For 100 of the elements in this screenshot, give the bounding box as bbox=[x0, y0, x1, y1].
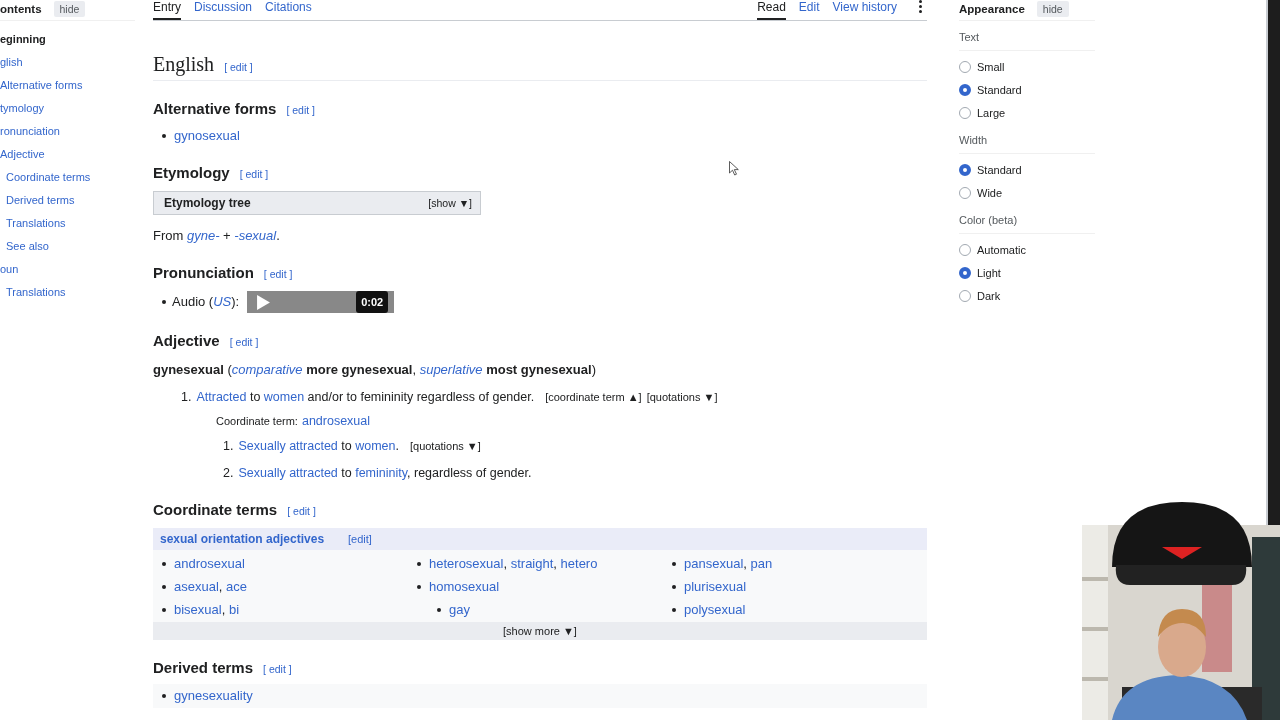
tab[interactable]: Entry bbox=[153, 0, 181, 20]
link[interactable]: homosexual bbox=[429, 579, 500, 594]
bullet-icon bbox=[437, 608, 441, 612]
section-heading: Derived terms bbox=[153, 659, 254, 676]
radio-button[interactable] bbox=[959, 83, 971, 96]
bullet-icon bbox=[417, 585, 421, 589]
link[interactable]: women bbox=[263, 390, 305, 404]
toggle-link[interactable]: [quotations ▼] bbox=[646, 388, 718, 406]
tab[interactable]: Discussion bbox=[194, 0, 253, 20]
toc-link[interactable]: Coordinate terms bbox=[6, 170, 91, 184]
tab[interactable]: View history bbox=[832, 0, 897, 20]
term-list-item: asexual, ace bbox=[174, 578, 247, 596]
tab[interactable]: Read bbox=[757, 0, 786, 20]
radio-button[interactable] bbox=[959, 60, 971, 73]
link[interactable]: pan bbox=[750, 556, 773, 571]
bullet-icon bbox=[162, 608, 166, 612]
toc-link[interactable]: Alternative forms bbox=[0, 78, 83, 92]
term-list-item: heterosexual, straight, hetero bbox=[429, 555, 598, 573]
edit-link[interactable]: [edit] bbox=[348, 533, 372, 545]
appearance-title: Appearance bbox=[959, 3, 1025, 15]
note-label: Coordinate term: bbox=[216, 415, 298, 427]
audio-player[interactable]: 0:02 bbox=[247, 291, 395, 313]
radio-button[interactable] bbox=[959, 186, 971, 199]
tab[interactable]: Citations bbox=[265, 0, 312, 20]
tab[interactable]: Edit bbox=[798, 0, 820, 20]
paragraph: From gyne- + -sexual. bbox=[153, 227, 281, 245]
toggle-link[interactable]: [coordinate term ▲] bbox=[545, 388, 642, 406]
link[interactable]: bisexual bbox=[174, 602, 222, 617]
link[interactable]: gynosexual bbox=[174, 128, 240, 143]
link[interactable]: bi bbox=[228, 602, 240, 617]
link[interactable]: gay bbox=[449, 602, 470, 617]
link[interactable]: -sexual bbox=[234, 228, 277, 243]
play-icon[interactable] bbox=[257, 294, 271, 310]
definition-text: Sexually attracted to women. bbox=[238, 438, 399, 455]
link[interactable]: US bbox=[213, 294, 232, 309]
link[interactable]: Sexually attracted bbox=[238, 439, 338, 453]
link[interactable]: gyne- bbox=[186, 228, 220, 243]
toc-link[interactable]: Translations bbox=[6, 285, 66, 299]
navbox-title[interactable]: sexual orientation adjectives bbox=[160, 532, 325, 546]
group-label: Text bbox=[959, 31, 1095, 51]
hide-button[interactable]: hide bbox=[1036, 1, 1069, 17]
radio-label: Large bbox=[977, 106, 1006, 119]
bullet-icon bbox=[672, 608, 676, 612]
edit-link[interactable]: [ edit ] bbox=[263, 268, 293, 280]
edit-link[interactable]: [ edit ] bbox=[239, 168, 269, 180]
edit-link[interactable]: [ edit ] bbox=[263, 663, 292, 675]
hide-button[interactable]: hide bbox=[53, 1, 86, 17]
show-more-link[interactable]: [show more ▼] bbox=[503, 625, 577, 637]
link[interactable]: hetero bbox=[560, 556, 598, 571]
radio-label: Dark bbox=[977, 289, 1001, 302]
audio-label: Audio (US): bbox=[172, 293, 240, 311]
link[interactable]: asexual bbox=[174, 579, 219, 594]
toc-link[interactable]: oun bbox=[0, 262, 19, 276]
cursor-icon bbox=[729, 161, 739, 176]
bullet-icon bbox=[417, 562, 421, 566]
link[interactable]: plurisexual bbox=[684, 579, 747, 594]
radio-label: Small bbox=[977, 60, 1005, 73]
radio-label: Wide bbox=[977, 186, 1003, 199]
edit-link[interactable]: [ edit ] bbox=[286, 104, 315, 116]
edit-link[interactable]: [ edit ] bbox=[287, 505, 316, 517]
toc-link[interactable]: See also bbox=[6, 239, 49, 253]
section-heading: Pronunciation bbox=[153, 264, 254, 281]
toc-link[interactable]: Adjective bbox=[0, 147, 45, 161]
link[interactable]: Attracted bbox=[196, 390, 247, 404]
bullet-icon bbox=[672, 562, 676, 566]
link[interactable]: androsexual bbox=[301, 414, 371, 428]
toc-link[interactable]: eginning bbox=[0, 32, 46, 46]
bullet-icon bbox=[162, 562, 166, 566]
bullet-icon bbox=[162, 585, 166, 589]
definition-number: 1. bbox=[223, 438, 234, 455]
radio-button[interactable] bbox=[959, 106, 971, 119]
edit-link[interactable]: [ edit ] bbox=[229, 336, 259, 348]
link[interactable]: polysexual bbox=[684, 602, 746, 617]
definition-text: Sexually attracted to femininity, regardless of gender. bbox=[238, 465, 532, 482]
toc-link[interactable]: ronunciation bbox=[0, 124, 60, 138]
toc-link[interactable]: Derived terms bbox=[6, 193, 75, 207]
section-heading: Alternative forms bbox=[153, 100, 277, 117]
link[interactable]: Sexually attracted bbox=[238, 466, 338, 480]
definition-number: 2. bbox=[223, 465, 234, 482]
link[interactable]: superlative bbox=[419, 362, 483, 377]
radio-button[interactable] bbox=[959, 243, 971, 256]
radio-button[interactable] bbox=[959, 163, 971, 176]
link[interactable]: androsexual bbox=[174, 556, 245, 571]
paragraph: gynesexual (comparative more gynesexual, superlative most gynesexual) bbox=[153, 361, 597, 379]
language-heading: English bbox=[153, 53, 215, 76]
section-heading: Adjective bbox=[153, 332, 220, 349]
toc-link[interactable]: tymology bbox=[0, 101, 45, 115]
edit-link[interactable]: [ edit ] bbox=[224, 61, 253, 73]
link[interactable]: comparative bbox=[231, 362, 303, 377]
radio-button[interactable] bbox=[959, 266, 971, 279]
show-toggle[interactable]: [show ▼] bbox=[428, 197, 472, 209]
link[interactable]: gynesexuality bbox=[174, 688, 253, 703]
group-label: Color (beta) bbox=[959, 214, 1095, 234]
toc-link[interactable]: Translations bbox=[6, 216, 66, 230]
radio-label: Standard bbox=[977, 83, 1022, 96]
link[interactable]: ace bbox=[226, 579, 247, 594]
toggle-link[interactable]: [quotations ▼] bbox=[409, 437, 481, 455]
radio-button[interactable] bbox=[959, 289, 971, 302]
toc-link[interactable]: glish bbox=[0, 55, 23, 69]
bullet-icon bbox=[162, 134, 166, 138]
